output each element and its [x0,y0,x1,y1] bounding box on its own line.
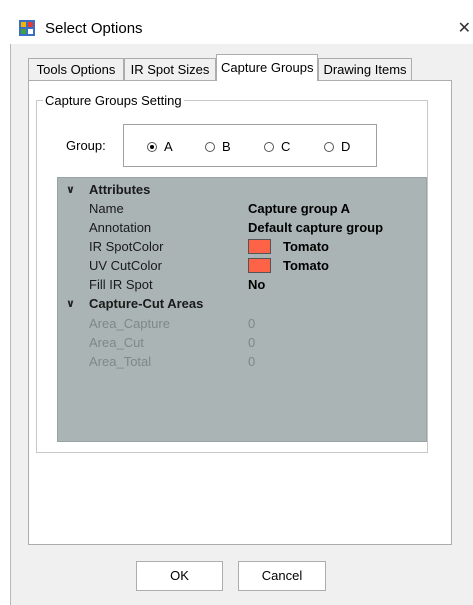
property-value: 0 [248,335,256,350]
radio-dot-d[interactable] [324,141,334,152]
radio-group-d[interactable]: D [324,139,350,154]
color-swatch [248,239,271,255]
property-row-area-capture[interactable]: Area_Capture 0 [58,316,426,332]
property-value-color: Tomato [248,239,329,255]
tab-ir-spot-sizes[interactable]: IR Spot Sizes [124,58,216,80]
property-name: Area_Capture [89,316,170,331]
capture-groups-setting-legend: Capture Groups Setting [45,93,182,108]
category-capture-cut-areas[interactable]: ∨ Capture-Cut Areas [58,296,426,312]
property-value: Capture group A [248,201,351,216]
property-row-area-total[interactable]: Area_Total 0 [58,354,426,370]
property-grid[interactable]: ∨ Attributes Name Capture group A Annota… [57,177,427,442]
close-icon[interactable]: ✕ [458,18,471,37]
tab-tools-options[interactable]: Tools Options [28,58,124,80]
radio-label-a: A [164,139,173,154]
radio-label-d: D [341,139,351,154]
property-value: 0 [248,316,256,331]
property-name: Annotation [89,220,152,235]
property-row-area-cut[interactable]: Area_Cut 0 [58,335,426,351]
ok-button[interactable]: OK [136,561,223,591]
category-title: Attributes [89,182,151,197]
property-row-annotation[interactable]: Annotation Default capture group [58,220,426,236]
color-name: Tomato [283,258,329,273]
chevron-down-icon[interactable]: ∨ [66,182,75,198]
radio-dot-c[interactable] [264,141,274,152]
property-name: UV CutColor [89,258,162,273]
tab-capture-groups[interactable]: Capture Groups [216,54,318,81]
property-name: Area_Cut [89,335,144,350]
property-value: 0 [248,354,256,369]
category-title: Capture-Cut Areas [89,296,204,311]
window-title: Select Options [45,20,143,37]
property-row-fill-ir-spot[interactable]: Fill IR Spot No [58,277,426,293]
property-name: Fill IR Spot [89,277,153,292]
app-icon [19,20,35,36]
radio-group-b[interactable]: B [205,139,231,154]
cancel-button[interactable]: Cancel [238,561,326,591]
property-row-name[interactable]: Name Capture group A [58,201,426,217]
radio-group-c[interactable]: C [264,139,290,154]
category-attributes[interactable]: ∨ Attributes [58,182,426,198]
radio-dot-a[interactable] [147,141,157,152]
group-label: Group: [66,138,106,153]
property-name: Area_Total [89,354,152,369]
title-bar: Select Options ✕ [10,12,473,44]
radio-label-c: C [281,139,291,154]
radio-dot-b[interactable] [205,141,215,152]
color-name: Tomato [283,239,329,254]
property-value: No [248,277,266,292]
color-swatch [248,258,271,274]
radio-label-b: B [222,139,231,154]
property-name: IR SpotColor [89,239,164,254]
property-value: Default capture group [248,220,384,235]
property-value-color: Tomato [248,258,329,274]
chevron-down-icon[interactable]: ∨ [66,296,75,312]
tab-drawing-items[interactable]: Drawing Items [318,58,412,80]
property-row-uv-cutcolor[interactable]: UV CutColor Tomato [58,258,426,274]
property-name: Name [89,201,124,216]
property-row-ir-spotcolor[interactable]: IR SpotColor Tomato [58,239,426,255]
radio-group-a[interactable]: A [147,139,173,154]
